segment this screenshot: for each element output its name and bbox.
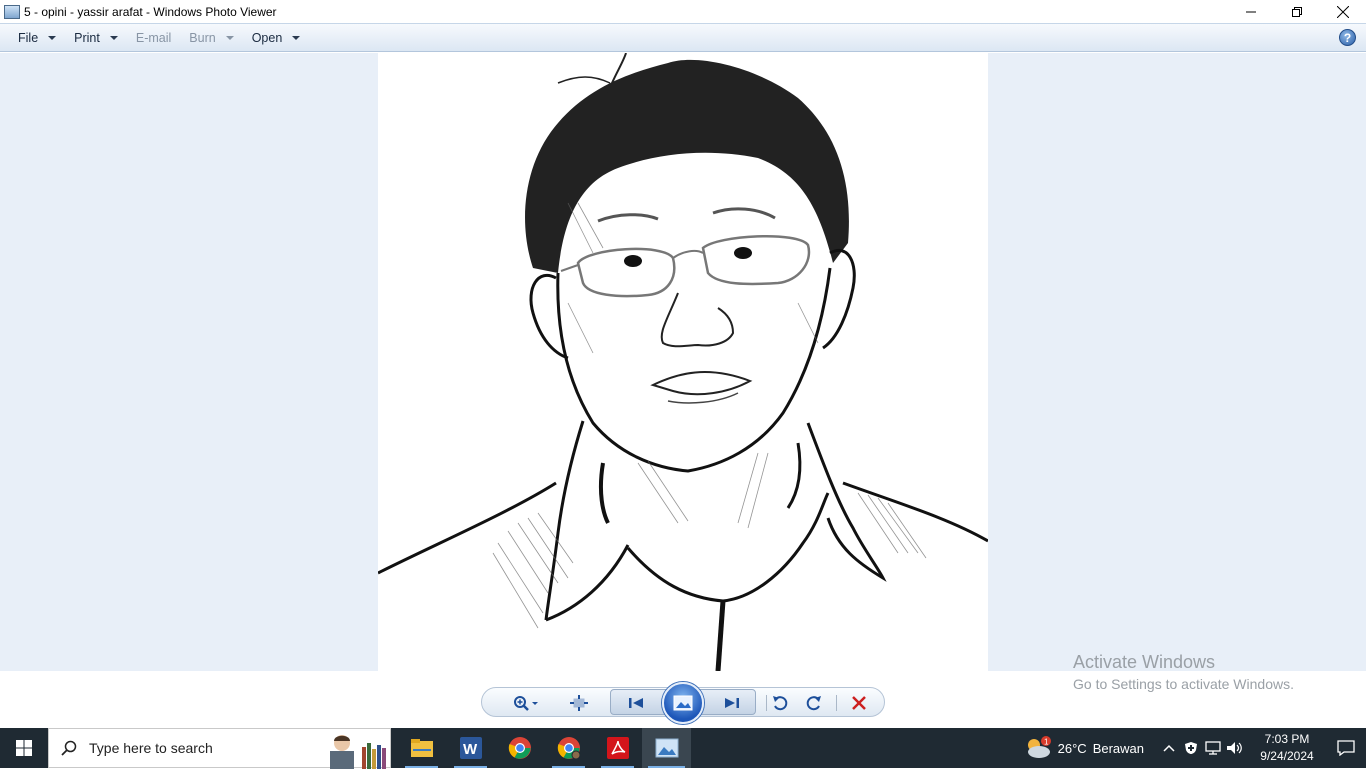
image-viewer-area bbox=[0, 53, 1366, 671]
restore-button[interactable] bbox=[1274, 0, 1320, 23]
start-button[interactable] bbox=[0, 728, 48, 768]
displayed-image bbox=[378, 53, 988, 671]
previous-button[interactable] bbox=[623, 690, 649, 716]
watermark-title: Activate Windows bbox=[1073, 652, 1216, 672]
actual-size-button[interactable] bbox=[564, 688, 594, 718]
taskbar-acrobat[interactable] bbox=[593, 728, 642, 768]
weather-condition: Berawan bbox=[1092, 740, 1144, 756]
window-title: 5 - opini - yassir arafat - Windows Phot… bbox=[24, 4, 277, 19]
menu-email-label: E-mail bbox=[135, 30, 172, 45]
search-icon bbox=[61, 740, 77, 756]
window-controls bbox=[1228, 0, 1366, 23]
windows-logo-icon bbox=[16, 740, 32, 756]
next-icon bbox=[725, 698, 739, 708]
system-tray: 1 26°C Berawan 7:03 PM 9/24/2024 bbox=[1024, 728, 1366, 768]
svg-text:W: W bbox=[463, 741, 478, 758]
chevron-down-icon bbox=[48, 35, 57, 40]
taskbar-clock[interactable]: 7:03 PM 9/24/2024 bbox=[1252, 731, 1322, 765]
playback-controls bbox=[481, 682, 885, 724]
separator bbox=[836, 695, 837, 711]
menu-burn-label: Burn bbox=[189, 30, 216, 45]
restore-icon bbox=[1292, 6, 1302, 17]
search-placeholder: Type here to search bbox=[89, 740, 213, 756]
menu-file[interactable]: File bbox=[10, 23, 66, 52]
taskbar-chrome-profile[interactable] bbox=[544, 728, 593, 768]
help-button[interactable]: ? bbox=[1339, 29, 1356, 46]
acrobat-pdf-icon bbox=[606, 737, 629, 759]
taskbar-search-box[interactable]: Type here to search bbox=[48, 728, 391, 769]
security-shield-icon bbox=[1185, 742, 1197, 754]
chevron-down-icon bbox=[225, 35, 234, 40]
weather-widget[interactable]: 1 26°C Berawan bbox=[1024, 736, 1144, 760]
chrome-icon bbox=[508, 737, 531, 759]
search-highlight-illustration bbox=[330, 735, 386, 769]
activation-watermark: Activate Windows Go to Settings to activ… bbox=[1073, 652, 1294, 692]
taskbar-photo-viewer[interactable] bbox=[642, 728, 691, 768]
menu-file-label: File bbox=[18, 30, 39, 45]
show-hidden-icons-button[interactable] bbox=[1158, 728, 1180, 768]
menu-print[interactable]: Print bbox=[66, 23, 128, 52]
photo-viewer-app-icon bbox=[4, 4, 20, 19]
delete-button[interactable] bbox=[846, 688, 872, 718]
file-explorer-icon bbox=[410, 739, 433, 757]
title-bar: 5 - opini - yassir arafat - Windows Phot… bbox=[0, 0, 1366, 23]
previous-icon bbox=[629, 698, 643, 708]
chrome-icon bbox=[557, 737, 580, 760]
rotate-left-button[interactable] bbox=[768, 688, 792, 718]
weather-temperature: 26°C bbox=[1057, 740, 1087, 756]
portrait-sketch-image bbox=[378, 53, 988, 671]
network-tray-button[interactable] bbox=[1202, 728, 1224, 768]
security-tray-button[interactable] bbox=[1180, 728, 1202, 768]
rotate-counterclockwise-icon bbox=[773, 696, 788, 711]
menu-open-label: Open bbox=[251, 30, 283, 45]
photo-viewer-icon bbox=[655, 738, 678, 758]
network-icon bbox=[1205, 741, 1221, 755]
speaker-icon bbox=[1227, 742, 1242, 754]
watermark-subtitle: Go to Settings to activate Windows. bbox=[1073, 676, 1294, 692]
taskbar: Type here to search W 1 26°C Berawan 7:0… bbox=[0, 728, 1366, 769]
menu-open[interactable]: Open bbox=[244, 23, 311, 52]
taskbar-word[interactable]: W bbox=[446, 728, 495, 768]
chevron-down-icon bbox=[292, 35, 301, 40]
slideshow-button[interactable] bbox=[662, 682, 704, 724]
taskbar-file-explorer[interactable] bbox=[397, 728, 446, 768]
separator bbox=[766, 695, 767, 711]
menu-print-label: Print bbox=[74, 30, 100, 45]
menu-email[interactable]: E-mail bbox=[128, 23, 181, 52]
rotate-right-button[interactable] bbox=[802, 688, 826, 718]
cloud-weather-icon: 1 bbox=[1027, 736, 1051, 758]
chevron-up-icon bbox=[1163, 744, 1175, 752]
next-button[interactable] bbox=[719, 690, 745, 716]
menu-bar: File Print E-mail Burn Open ? bbox=[0, 23, 1366, 52]
chevron-down-icon bbox=[109, 35, 118, 40]
clock-date: 9/24/2024 bbox=[1260, 749, 1314, 763]
minimize-icon bbox=[1246, 11, 1256, 12]
volume-tray-button[interactable] bbox=[1224, 728, 1246, 768]
clock-time: 7:03 PM bbox=[1264, 732, 1310, 746]
slideshow-icon bbox=[673, 695, 693, 711]
fit-window-icon bbox=[570, 695, 588, 711]
rotate-clockwise-icon bbox=[806, 696, 821, 711]
close-icon bbox=[1337, 5, 1349, 18]
notification-icon bbox=[1337, 740, 1355, 756]
zoom-icon bbox=[514, 696, 538, 711]
weather-alert-badge: 1 bbox=[1044, 738, 1049, 747]
help-icon: ? bbox=[1343, 30, 1352, 45]
delete-x-icon bbox=[852, 696, 866, 710]
word-icon: W bbox=[459, 737, 482, 759]
close-button[interactable] bbox=[1320, 0, 1366, 23]
taskbar-chrome[interactable] bbox=[495, 728, 544, 768]
notification-center-button[interactable] bbox=[1326, 728, 1366, 768]
menu-burn[interactable]: Burn bbox=[181, 23, 243, 52]
zoom-button[interactable] bbox=[508, 688, 544, 718]
minimize-button[interactable] bbox=[1228, 0, 1274, 23]
